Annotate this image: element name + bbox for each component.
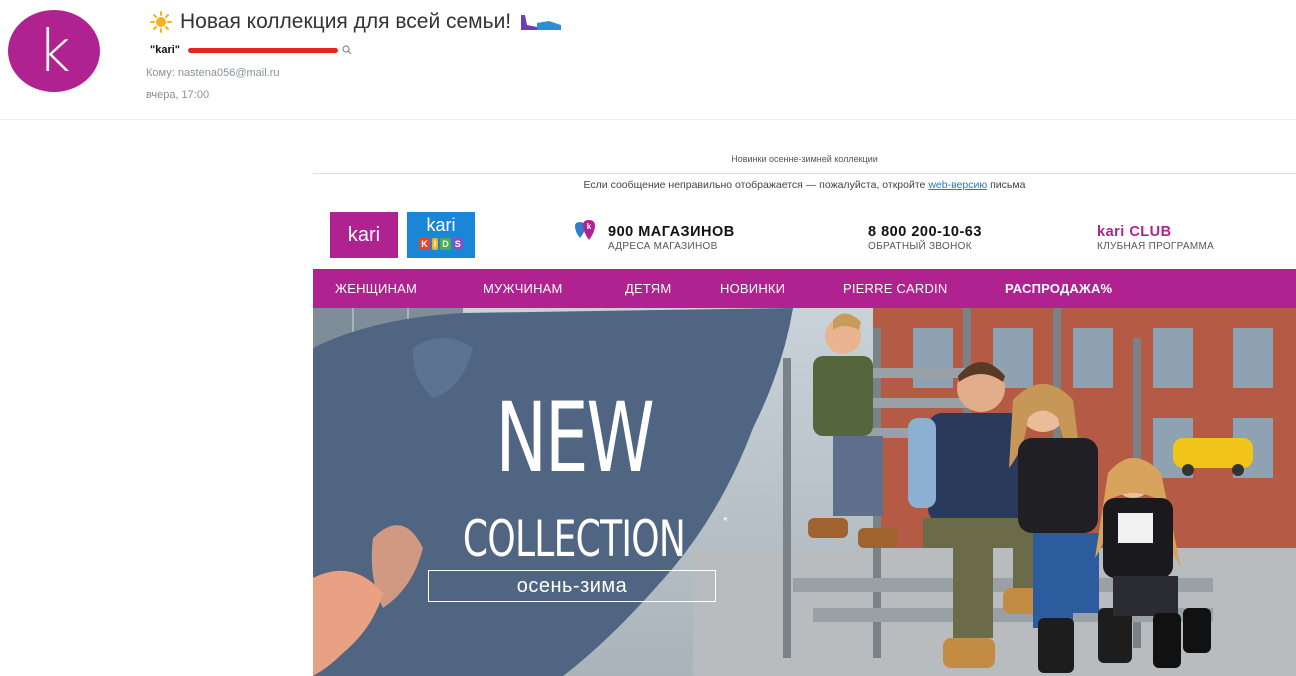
web-text-after: письма bbox=[990, 179, 1026, 191]
search-icon[interactable] bbox=[342, 45, 352, 55]
web-version-line: Если сообщение неправильно отображается … bbox=[313, 179, 1296, 191]
kids-letter: S bbox=[452, 238, 463, 250]
shoes-icon bbox=[521, 15, 562, 30]
kari-logo-text: kari bbox=[347, 223, 381, 246]
kids-letter: D bbox=[440, 238, 451, 250]
subject-row: Новая коллекция для всей семьи! bbox=[150, 10, 563, 34]
club-title: kari CLUB bbox=[1097, 224, 1172, 240]
nav-men[interactable]: МУЖЧИНАМ bbox=[483, 269, 563, 308]
hero-banner[interactable]: NEW COLLECTION * осень-зима bbox=[313, 308, 1296, 676]
kids-logo-text: kari bbox=[426, 215, 456, 235]
kids-letters: K I D S bbox=[417, 238, 465, 250]
stores-link[interactable]: 900 МАГАЗИНОВ АДРЕСА МАГАЗИНОВ bbox=[608, 225, 735, 252]
kari-kids-logo[interactable]: kari K I D S bbox=[407, 212, 475, 258]
header-divider bbox=[0, 119, 1296, 120]
avatar-letter: k bbox=[37, 17, 71, 85]
kids-letter: K bbox=[419, 238, 430, 250]
nav-new[interactable]: НОВИНКИ bbox=[720, 269, 785, 308]
date: вчера, 17:00 bbox=[146, 89, 210, 101]
phone-number: 8 800 200-10-63 bbox=[868, 224, 982, 240]
sender-row: "kari" bbox=[150, 44, 352, 56]
hero-footnote-star: * bbox=[723, 514, 728, 528]
kids-letter: I bbox=[431, 238, 439, 250]
kari-logo[interactable]: kari bbox=[330, 212, 398, 258]
hero-title: NEW bbox=[495, 382, 654, 494]
phone-link[interactable]: 8 800 200-10-63 ОБРАТНЫЙ ЗВОНОК bbox=[868, 225, 982, 252]
club-link[interactable]: kari CLUB КЛУБНАЯ ПРОГРАММА bbox=[1097, 225, 1214, 252]
sun-icon bbox=[150, 11, 172, 33]
recipient: Кому: nastena056@mail.ru bbox=[146, 67, 280, 79]
stores-subtitle: АДРЕСА МАГАЗИНОВ bbox=[608, 240, 718, 252]
stores-title: 900 МАГАЗИНОВ bbox=[608, 224, 735, 240]
category-nav: ЖЕНЩИНАМ МУЖЧИНАМ ДЕТЯМ НОВИНКИ PIERRE C… bbox=[313, 269, 1296, 308]
hero-photo bbox=[313, 308, 1296, 676]
nav-sale[interactable]: РАСПРОДАЖА% bbox=[1005, 269, 1112, 308]
nav-women[interactable]: ЖЕНЩИНАМ bbox=[335, 269, 417, 308]
redacted-email bbox=[188, 47, 339, 53]
email-subject: Новая коллекция для всей семьи! bbox=[180, 10, 512, 33]
svg-text:k: k bbox=[587, 222, 592, 231]
nav-kids[interactable]: ДЕТЯМ bbox=[625, 269, 671, 308]
callback-label: ОБРАТНЫЙ ЗВОНОК bbox=[868, 240, 972, 252]
nav-pierre-cardin[interactable]: PIERRE CARDIN bbox=[843, 269, 947, 308]
web-text-before: Если сообщение неправильно отображается … bbox=[583, 179, 926, 191]
club-subtitle: КЛУБНАЯ ПРОГРАММА bbox=[1097, 240, 1215, 252]
hero-season-label: осень-зима bbox=[428, 570, 716, 602]
preheader-divider bbox=[313, 173, 1296, 174]
email-body: Новинки осенне-зимней коллекции Если соо… bbox=[313, 140, 1296, 676]
preheader: Новинки осенне-зимней коллекции bbox=[731, 154, 878, 164]
sender-avatar[interactable]: k bbox=[8, 10, 100, 92]
web-version-link[interactable]: web-версию bbox=[928, 179, 987, 191]
map-pin-icon: k bbox=[575, 220, 595, 240]
hero-subtitle: COLLECTION bbox=[462, 510, 686, 568]
sender-name[interactable]: "kari" bbox=[150, 44, 180, 56]
